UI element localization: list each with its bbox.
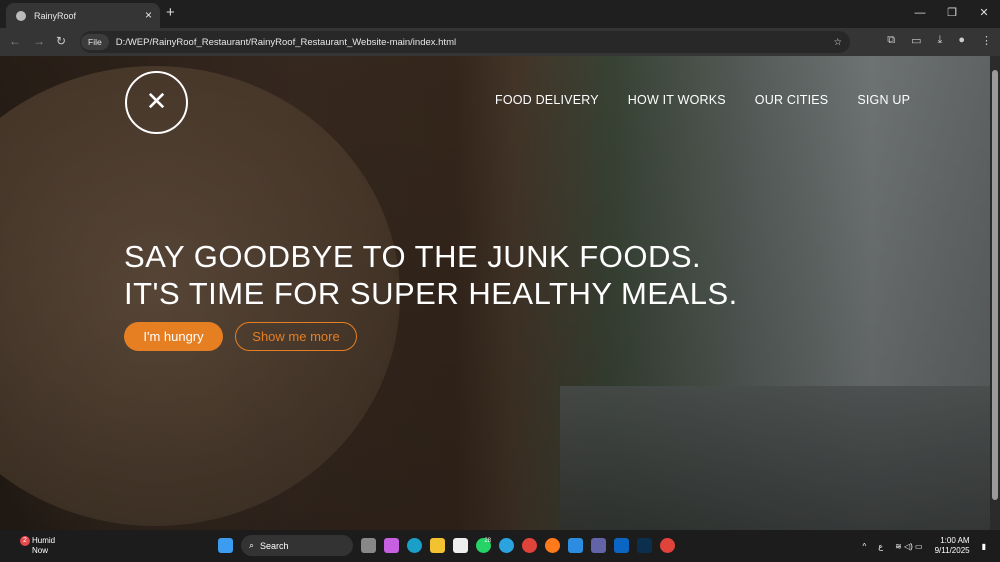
site-info-chip[interactable]: File — [81, 34, 109, 50]
close-window-button[interactable]: ✕ — [968, 0, 1000, 26]
globe-icon — [16, 10, 26, 21]
profile-icon[interactable]: ● — [958, 34, 965, 47]
hero-heading: SAY GOODBYE TO THE JUNK FOODS. IT'S TIME … — [124, 238, 738, 312]
weather-widget[interactable]: 2 Humid Now — [12, 536, 55, 556]
tab-title: RainyRoof — [34, 10, 77, 21]
edge-icon[interactable] — [407, 538, 422, 553]
weather-sub: Now — [32, 546, 49, 555]
hero-line-1: SAY GOODBYE TO THE JUNK FOODS. — [124, 239, 702, 274]
teams-icon[interactable] — [591, 538, 606, 553]
minimize-button[interactable]: — — [904, 0, 936, 26]
chrome-active-icon[interactable] — [660, 538, 675, 553]
windows-start-icon[interactable] — [218, 538, 233, 553]
language-indicator[interactable]: ع — [878, 542, 883, 551]
nav-how-it-works[interactable]: HOW IT WORKS — [628, 93, 726, 107]
clock[interactable]: 1:00 AM 9/11/2025 — [935, 536, 970, 556]
im-hungry-button[interactable]: I'm hungry — [124, 322, 223, 351]
telegram-icon[interactable] — [499, 538, 514, 553]
maximize-button[interactable]: ❐ — [936, 0, 968, 26]
forward-button[interactable]: → — [33, 34, 45, 48]
browser-toolbar: ← → ↻ File D:/WEP/RainyRoof_Restaurant/Ra… — [0, 28, 1000, 56]
task-view-icon[interactable] — [361, 538, 376, 553]
photoshop-icon[interactable] — [637, 538, 652, 553]
file-explorer-icon[interactable] — [430, 538, 445, 553]
page-scrollbar[interactable] — [990, 56, 1000, 530]
taskbar-search[interactable]: ⌕ Search — [241, 535, 353, 556]
wifi-volume-battery-icon[interactable]: ≋ ◁) ▭ — [895, 542, 923, 551]
search-icon: ⌕ — [249, 540, 255, 550]
hero-section: ✕ FOOD DELIVERY HOW IT WORKS OUR CITIES … — [0, 56, 990, 530]
search-label: Search — [260, 540, 289, 551]
whatsapp-icon[interactable]: 28 — [476, 538, 491, 553]
new-tab-button[interactable]: + — [166, 4, 175, 21]
reload-button[interactable]: ↻ — [56, 34, 66, 48]
download-icon[interactable]: ⤓ — [937, 34, 942, 47]
linkedin-icon[interactable] — [614, 538, 629, 553]
copilot-icon[interactable] — [384, 538, 399, 553]
store-icon[interactable] — [453, 538, 468, 553]
site-logo[interactable]: ✕ — [125, 71, 188, 134]
notification-icon[interactable]: ▮ — [982, 542, 986, 551]
url-text: D:/WEP/RainyRoof_Restaurant/RainyRoof_Re… — [115, 36, 457, 48]
date: 9/11/2025 — [934, 546, 970, 555]
taskbar: 2 Humid Now ⌕ Search 28 ^ ع ≋ ◁) ▭ 1:00 AM 9… — [0, 530, 1000, 562]
tab-bar: RainyRoof × + — ❐ ✕ — [0, 0, 1000, 28]
browser-tab[interactable]: RainyRoof × — [6, 3, 160, 28]
show-me-more-button[interactable]: Show me more — [235, 322, 357, 351]
address-bar[interactable]: File D:/WEP/RainyRoof_Restaurant/RainyRoo… — [80, 31, 850, 53]
show-hidden-icons[interactable]: ^ — [863, 542, 867, 551]
firefox-icon[interactable] — [545, 538, 560, 553]
time: 1:00 AM — [940, 536, 970, 545]
scrollbar-thumb[interactable] — [992, 70, 998, 500]
bookmark-star-icon[interactable]: ☆ — [833, 37, 842, 48]
tab-search-icon[interactable]: ▭ — [911, 34, 921, 47]
nav-food-delivery[interactable]: FOOD DELIVERY — [495, 93, 599, 107]
back-button[interactable]: ← — [9, 34, 21, 48]
close-tab-icon[interactable]: × — [145, 8, 152, 22]
extensions-icon[interactable]: ⧉ — [887, 34, 895, 47]
chrome-icon[interactable] — [522, 538, 537, 553]
weather-title: Humid — [32, 536, 56, 545]
main-nav: FOOD DELIVERY HOW IT WORKS OUR CITIES SI… — [495, 93, 910, 107]
menu-icon[interactable]: ⋮ — [981, 34, 992, 47]
nav-sign-up[interactable]: SIGN UP — [857, 93, 910, 107]
nav-our-cities[interactable]: OUR CITIES — [755, 93, 829, 107]
vscode-icon[interactable] — [568, 538, 583, 553]
hero-line-2: IT'S TIME FOR SUPER HEALTHY MEALS. — [124, 276, 738, 311]
weather-badge: 2 — [20, 536, 30, 546]
